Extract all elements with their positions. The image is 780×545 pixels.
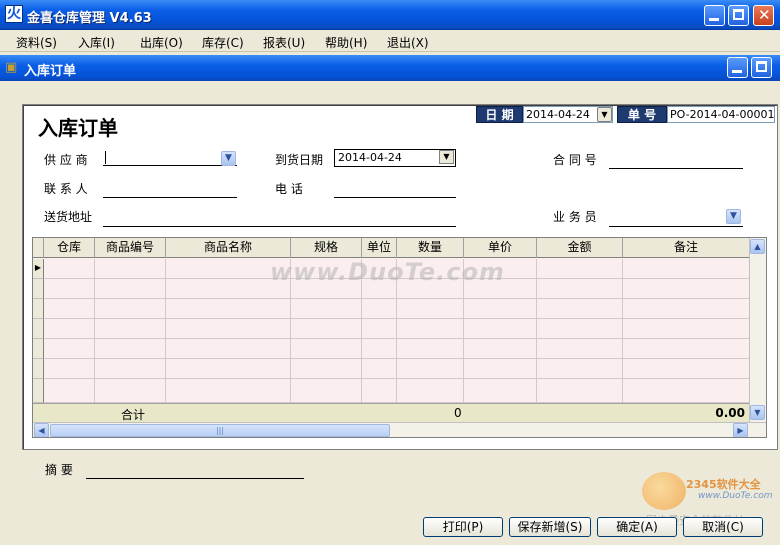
date-dropdown-button[interactable]: ▼ <box>597 107 612 122</box>
address-field[interactable] <box>103 210 456 227</box>
text-cursor <box>105 151 106 164</box>
page-title: 入库订单 <box>38 116 118 140</box>
menu-stock[interactable]: 库存(C) <box>202 34 244 51</box>
col-header-warehouse[interactable]: 仓库 <box>44 238 95 258</box>
chevron-left-icon: ◀ <box>38 426 45 435</box>
summary-amount: 0.00 <box>715 406 745 420</box>
supplier-combo[interactable] <box>103 149 237 166</box>
row-selector[interactable] <box>33 339 44 359</box>
grid-header: 仓库 商品编号 商品名称 规格 单位 数量 单价 金额 备注 <box>33 238 749 258</box>
scroll-down-button[interactable]: ▼ <box>750 405 765 420</box>
col-header-unit-price[interactable]: 单价 <box>464 238 537 258</box>
order-no-field[interactable]: PO-2014-04-00001 <box>667 106 775 123</box>
watermark-text: www.DuoTe.com <box>270 258 505 286</box>
row-selector-current[interactable]: ▶ <box>33 259 44 279</box>
phone-field[interactable] <box>334 181 456 198</box>
print-button[interactable]: 打印(P) <box>423 517 503 537</box>
supplier-label: 供 应 商 <box>44 153 88 167</box>
menu-inbound[interactable]: 入库(I) <box>78 34 115 51</box>
col-header-item-name[interactable]: 商品名称 <box>166 238 291 258</box>
row-selector[interactable] <box>33 359 44 379</box>
table-row[interactable] <box>44 379 749 403</box>
contact-label: 联 系 人 <box>44 182 88 196</box>
col-header-quantity[interactable]: 数量 <box>397 238 464 258</box>
scroll-up-button[interactable]: ▲ <box>750 239 765 254</box>
arrival-date-field[interactable]: 2014-04-24 <box>334 149 456 167</box>
supplier-dropdown-button[interactable]: ▼ <box>221 151 236 166</box>
restore-icon <box>756 61 767 72</box>
col-header-item-code[interactable]: 商品编号 <box>95 238 166 258</box>
chevron-up-icon: ▲ <box>754 242 761 251</box>
col-header-spec[interactable]: 规格 <box>291 238 362 258</box>
order-no-label: 单 号 <box>617 106 667 123</box>
table-row[interactable] <box>44 299 749 319</box>
col-header-unit[interactable]: 单位 <box>362 238 397 258</box>
arrival-date-dropdown-button[interactable]: ▼ <box>439 150 454 164</box>
menu-outbound[interactable]: 出库(O) <box>140 34 183 51</box>
col-header-remark[interactable]: 备注 <box>623 238 749 258</box>
chevron-down-icon: ▼ <box>754 408 761 417</box>
child-minimize-button[interactable] <box>727 57 748 78</box>
summary-quantity: 0 <box>454 406 462 420</box>
minimize-button[interactable] <box>704 5 725 26</box>
menu-reports[interactable]: 报表(U) <box>263 34 305 51</box>
app-title: 金喜仓库管理 V4.63 <box>27 11 152 26</box>
app-logo-icon: 火 <box>5 5 23 23</box>
confirm-button[interactable]: 确定(A) <box>597 517 677 537</box>
grid-horizontal-scrollbar[interactable]: ◀ ||| ▶ <box>33 422 766 437</box>
salesperson-combo[interactable] <box>609 210 743 227</box>
grid-corner <box>33 238 44 258</box>
phone-label: 电 话 <box>275 182 303 196</box>
chevron-right-icon: ▶ <box>737 426 744 435</box>
minimize-icon <box>709 18 719 21</box>
maximize-button[interactable] <box>728 5 749 26</box>
chevron-down-icon: ▼ <box>225 153 232 163</box>
close-icon: ✕ <box>758 6 771 24</box>
maximize-icon <box>733 9 744 20</box>
arrival-date-label: 到货日期 <box>275 153 324 167</box>
address-label: 送货地址 <box>44 210 93 224</box>
table-row[interactable] <box>44 359 749 379</box>
child-window-title: 入库订单 <box>24 64 77 79</box>
cancel-button[interactable]: 取消(C) <box>683 517 763 537</box>
child-restore-button[interactable] <box>751 57 772 78</box>
grid-vertical-scrollbar[interactable]: ▲ ▼ <box>749 238 766 422</box>
table-row[interactable] <box>44 339 749 359</box>
brand-url: www.DuoTe.com <box>698 491 773 501</box>
inbound-order-icon: ▣ <box>5 60 18 75</box>
brand-title: 2345软件大全 <box>686 478 761 491</box>
memo-label: 摘 要 <box>45 463 73 477</box>
app-titlebar[interactable]: 火 金喜仓库管理 V4.63 ✕ <box>0 0 780 30</box>
row-selector[interactable] <box>33 299 44 319</box>
col-header-amount[interactable]: 金额 <box>537 238 623 258</box>
row-selector[interactable] <box>33 279 44 299</box>
mascot-icon <box>642 472 686 510</box>
menu-exit[interactable]: 退出(X) <box>387 34 429 51</box>
menu-data[interactable]: 资料(S) <box>16 34 57 51</box>
contract-no-label: 合 同 号 <box>553 153 597 167</box>
close-button[interactable]: ✕ <box>753 5 774 26</box>
scroll-thumb[interactable]: ||| <box>50 424 390 437</box>
menu-help[interactable]: 帮助(H) <box>325 34 367 51</box>
table-row[interactable] <box>44 319 749 339</box>
minimize-icon <box>732 70 742 73</box>
memo-field[interactable] <box>86 462 304 479</box>
date-label: 日 期 <box>476 106 523 123</box>
grid-summary-row: 合计 0 0.00 <box>33 403 749 422</box>
chevron-down-icon: ▼ <box>730 211 737 221</box>
save-new-button[interactable]: 保存新增(S) <box>509 517 591 537</box>
row-selector[interactable] <box>33 319 44 339</box>
row-selector[interactable] <box>33 379 44 403</box>
salesperson-dropdown-button[interactable]: ▼ <box>726 209 741 224</box>
contact-field[interactable] <box>103 181 237 198</box>
menu-bar: 资料(S) 入库(I) 出库(O) 库存(C) 报表(U) 帮助(H) 退出(X… <box>0 30 780 52</box>
summary-label: 合计 <box>121 408 146 422</box>
scroll-left-button[interactable]: ◀ <box>34 423 49 437</box>
scroll-right-button[interactable]: ▶ <box>733 423 748 437</box>
child-window-titlebar[interactable]: ▣ 入库订单 <box>0 55 780 81</box>
salesperson-label: 业 务 员 <box>553 210 597 224</box>
contract-no-field[interactable] <box>609 152 743 169</box>
